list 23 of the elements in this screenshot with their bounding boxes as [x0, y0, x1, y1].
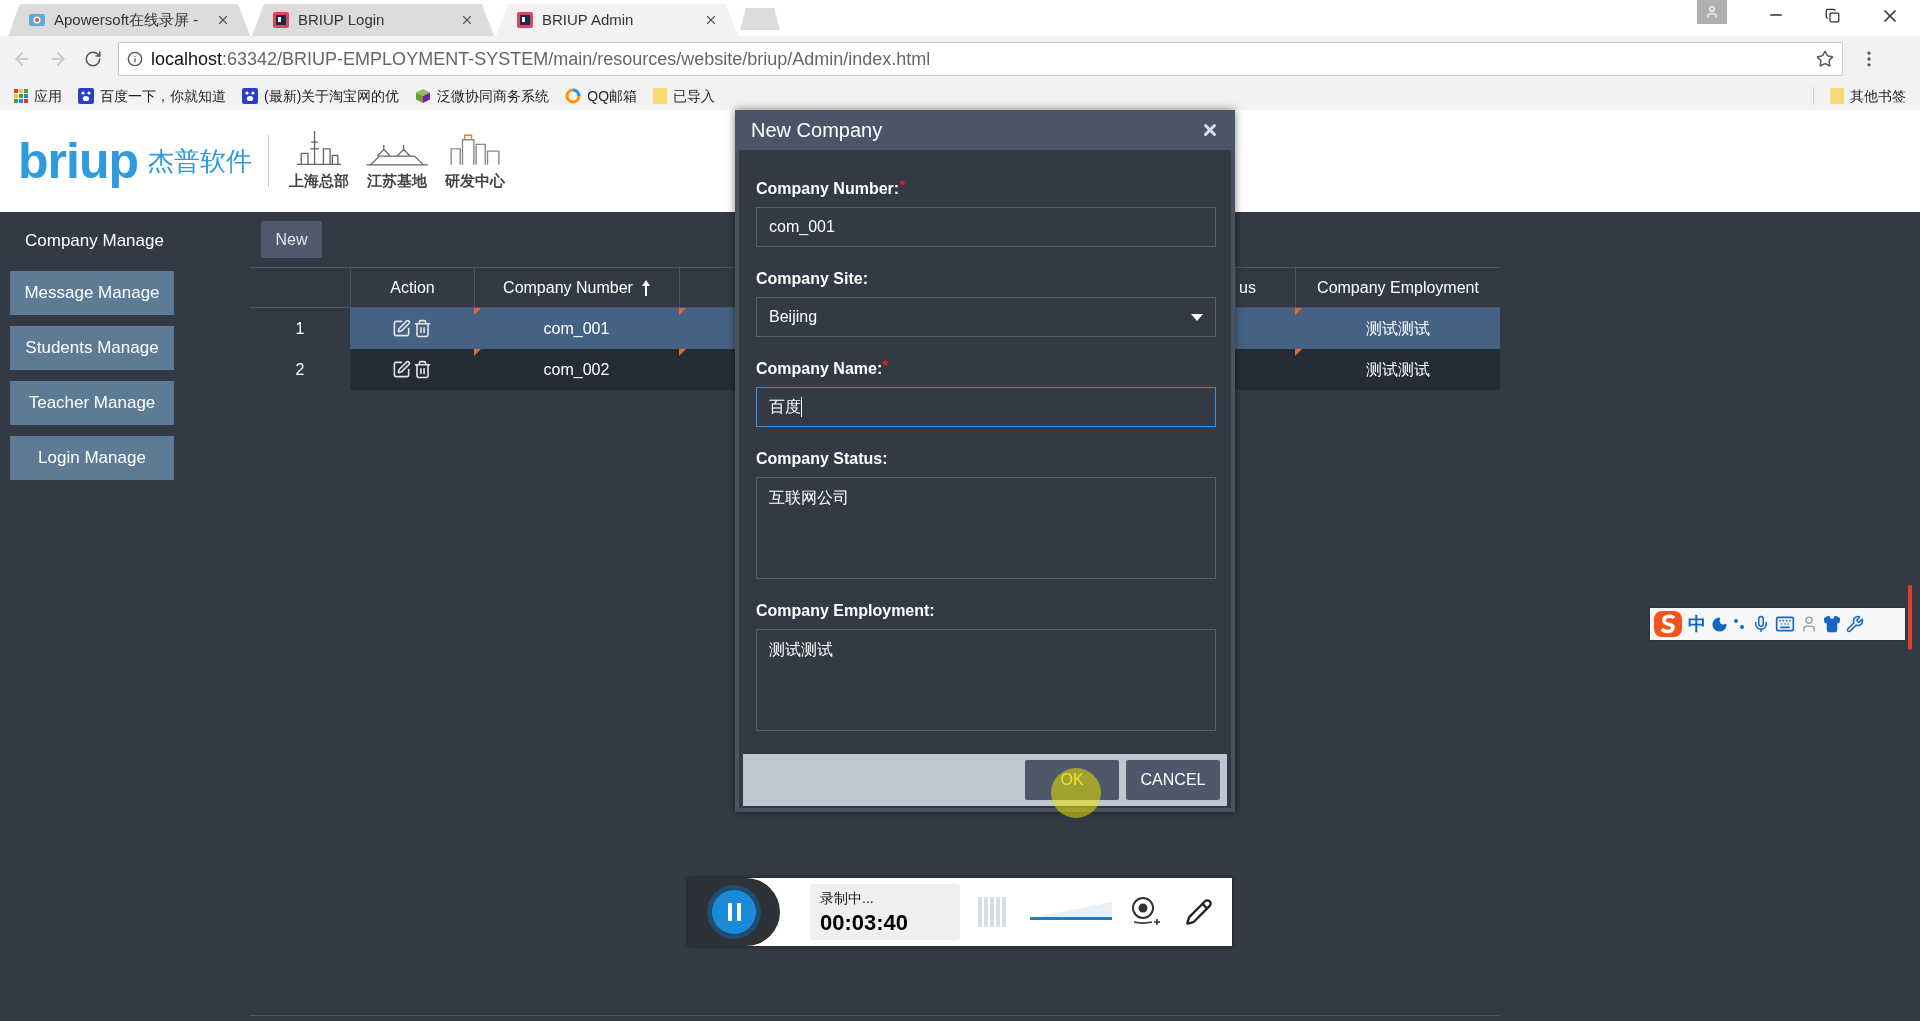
field-label: Company Name: — [756, 360, 883, 378]
site-label: 上海总部 — [289, 170, 349, 192]
url-text: localhost:63342/BRIUP-EMPLOYMENT-SYSTEM/main/resources/website/briup/Admin/index.html — [151, 47, 931, 71]
table-cell-text: 测试测试 — [1365, 359, 1430, 380]
table-cell-text: com_002 — [543, 359, 610, 380]
logo-text: briup — [18, 136, 138, 186]
tab-title: BRIUP Login — [298, 9, 386, 30]
recording-time: 00:03:40 — [820, 908, 910, 937]
recording-status: 录制中... — [820, 888, 875, 908]
row-number: 2 — [294, 359, 306, 380]
field-label: Company Site: — [756, 270, 868, 288]
tab-title: Apowersoft在线录屏 - — [54, 9, 200, 30]
field-label: Company Employment: — [756, 602, 935, 620]
field-label: Company Number: — [756, 180, 900, 198]
row-number: 1 — [294, 318, 306, 339]
site-label: 江苏基地 — [367, 170, 427, 192]
site-label: 研发中心 — [445, 170, 505, 192]
table-cell-text: com_001 — [543, 318, 610, 339]
logo-subtitle: 杰普软件 — [148, 144, 252, 178]
tab-title: BRIUP Admin — [542, 9, 635, 30]
field-label: Company Status: — [756, 450, 888, 468]
table-cell-text: 测试测试 — [1365, 318, 1430, 339]
dialog-title: New Company — [751, 118, 883, 143]
